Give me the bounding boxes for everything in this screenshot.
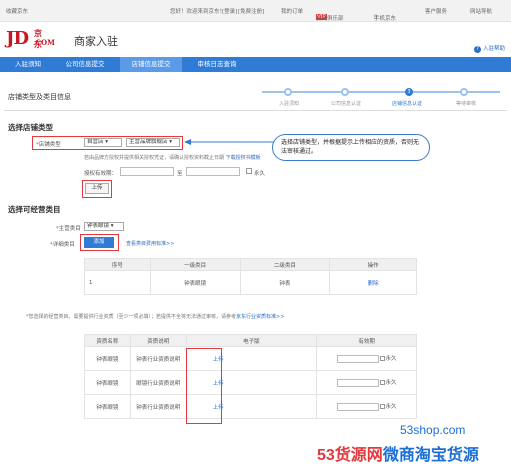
col-qual-valid: 有效期 xyxy=(316,334,417,347)
table-row: 钟表眼镜 钟表行业资质说明 上传 永久 xyxy=(84,394,417,419)
date-separator: 至 xyxy=(177,171,183,177)
qual-name: 钟表眼镜 xyxy=(84,370,131,395)
qual-name: 钟表眼镜 xyxy=(84,394,131,419)
tab-shop-info[interactable]: 店铺信息提交 xyxy=(120,57,182,72)
step-dot-4 xyxy=(460,88,468,96)
auth-forever-checkbox[interactable] xyxy=(246,168,252,174)
tab-company-info[interactable]: 公司信息提交 xyxy=(56,57,114,72)
row-no: 1 xyxy=(84,270,151,295)
qualification-note: *您选择的经营类目，需要提供行业资质（至少一项必填）；若提供不全将无法通过审核，… xyxy=(26,314,285,320)
qual-date-input[interactable] xyxy=(336,354,379,363)
section-divider xyxy=(4,110,507,111)
table-row: 1 钟表眼镜 钟表 删除 xyxy=(84,270,417,295)
watermark-url: 53shop.com xyxy=(400,423,466,437)
upload-column-highlight xyxy=(186,348,222,424)
register-link[interactable]: [免费注册] xyxy=(238,7,264,15)
qual-valid-cell: 永久 xyxy=(316,346,417,371)
qual-date-input[interactable] xyxy=(336,378,379,387)
qualification-table: 资质名称 资质说明 电子版 有效期 钟表眼镜 钟表行业资质说明 上传 永久 钟表… xyxy=(84,334,417,419)
step-label-1: 入驻须知 xyxy=(279,101,300,107)
col-cat1: 一级类目 xyxy=(149,258,241,271)
qual-desc: 钟表行业资质说明 xyxy=(129,346,187,371)
category-heading: 选择可经营类目 xyxy=(8,205,61,214)
login-link[interactable]: [登录] xyxy=(222,7,237,15)
main-category-label: *主营类目 xyxy=(56,226,81,232)
shop-type-select[interactable]: 自营店 ▾ xyxy=(84,138,122,147)
qual-name: 钟表眼镜 xyxy=(84,346,131,371)
category-table-header: 序号 一级类目 二级类目 操作 xyxy=(84,258,417,271)
page-title: 商家入驻 xyxy=(74,35,118,48)
category-table: 序号 一级类目 二级类目 操作 1 钟表眼镜 钟表 删除 xyxy=(84,258,417,295)
main-category-select[interactable]: 钟表眼镜 ▾ xyxy=(84,222,124,231)
shop-type-label: *店铺类型 xyxy=(36,142,61,148)
auth-date-label: 授权有效期： xyxy=(84,171,118,177)
table-row: 钟表眼镜 眼镜行业资质说明 上传 永久 xyxy=(84,370,417,395)
step-dot-3: 3 xyxy=(405,88,413,96)
step-label-3: 店铺信息认证 xyxy=(392,101,423,107)
detail-category-label: *详细类目 xyxy=(50,242,75,248)
qualification-standard-link[interactable]: 京东行业资质标准>> xyxy=(236,314,284,320)
shop-type-heading: 选择店铺类型 xyxy=(8,123,53,132)
download-template-link[interactable]: 下载授权书模板 xyxy=(226,155,261,161)
auth-start-date[interactable] xyxy=(120,167,174,176)
tab-notice[interactable]: 入驻须知 xyxy=(6,57,50,72)
help-link[interactable]: ? 入驻帮助 xyxy=(473,44,505,53)
qual-valid-cell: 永久 xyxy=(316,394,417,419)
jd-logo[interactable]: JD 京东 .COM xyxy=(6,28,55,49)
callout-arrow xyxy=(184,139,274,145)
col-qual-file: 电子版 xyxy=(185,334,318,347)
qual-valid-cell: 永久 xyxy=(316,370,417,395)
site-nav-link[interactable]: 网站导航 xyxy=(470,7,492,15)
qualification-table-header: 资质名称 资质说明 电子版 有效期 xyxy=(84,334,417,347)
qual-date-input[interactable] xyxy=(336,402,379,411)
delete-link[interactable]: 删除 xyxy=(329,270,417,295)
qual-desc: 钟表行业资质说明 xyxy=(129,394,187,419)
my-orders-link[interactable]: 我的订单 xyxy=(281,7,303,15)
favorite-link[interactable]: 收藏京东 xyxy=(6,7,28,15)
add-category-button[interactable]: 添加 xyxy=(84,237,114,248)
col-qual-name: 资质名称 xyxy=(84,334,131,347)
shop-subtype-select[interactable]: 主营品牌旗舰店 ▾ xyxy=(126,138,180,147)
step-label-4: 等待审核 xyxy=(456,101,477,107)
section-title: 店铺类型及类目信息 xyxy=(8,93,71,101)
col-op: 操作 xyxy=(329,258,417,271)
auth-note: 若由品牌方授权并提供相关授权凭证，请确认授权资料截止日期 下载授权书模板 xyxy=(84,155,261,161)
tab-audit-log[interactable]: 审核日志查询 xyxy=(188,57,246,72)
auth-upload-button[interactable]: 上传 xyxy=(85,183,109,194)
table-row: 钟表眼镜 钟表行业资质说明 上传 永久 xyxy=(84,346,417,371)
step-dot-2 xyxy=(341,88,349,96)
customer-service-link[interactable]: 客户服务 xyxy=(425,7,447,15)
col-qual-desc: 资质说明 xyxy=(129,334,187,347)
col-cat2: 二级类目 xyxy=(239,258,331,271)
help-icon: ? xyxy=(473,46,481,53)
step-dot-1 xyxy=(284,88,292,96)
fee-standard-link[interactable]: 查看类目费用标准>> xyxy=(126,240,174,247)
main-nav: 入驻须知 公司信息提交 店铺信息提交 审核日志查询 xyxy=(0,57,511,72)
auth-end-date[interactable] xyxy=(186,167,240,176)
auth-forever-label: 永久 xyxy=(254,171,266,177)
instruction-callout: 选择店铺类型，并根据提示上传相应的资质，否则无法审核通过。 xyxy=(272,134,430,161)
row-cat2: 钟表 xyxy=(239,270,331,295)
qual-desc: 眼镜行业资质说明 xyxy=(129,370,187,395)
col-no: 序号 xyxy=(84,258,151,271)
row-cat1: 钟表眼镜 xyxy=(149,270,241,295)
top-bar: 收藏京东 您好！欢迎来到京东！ [登录] [免费注册] 我的订单 VIP 会员俱… xyxy=(0,0,511,22)
watermark-brand: 53货源网微商淘宝货源 xyxy=(317,447,479,464)
welcome-text: 您好！欢迎来到京东！ xyxy=(170,9,226,15)
step-label-2: 公司信息认证 xyxy=(331,101,362,107)
